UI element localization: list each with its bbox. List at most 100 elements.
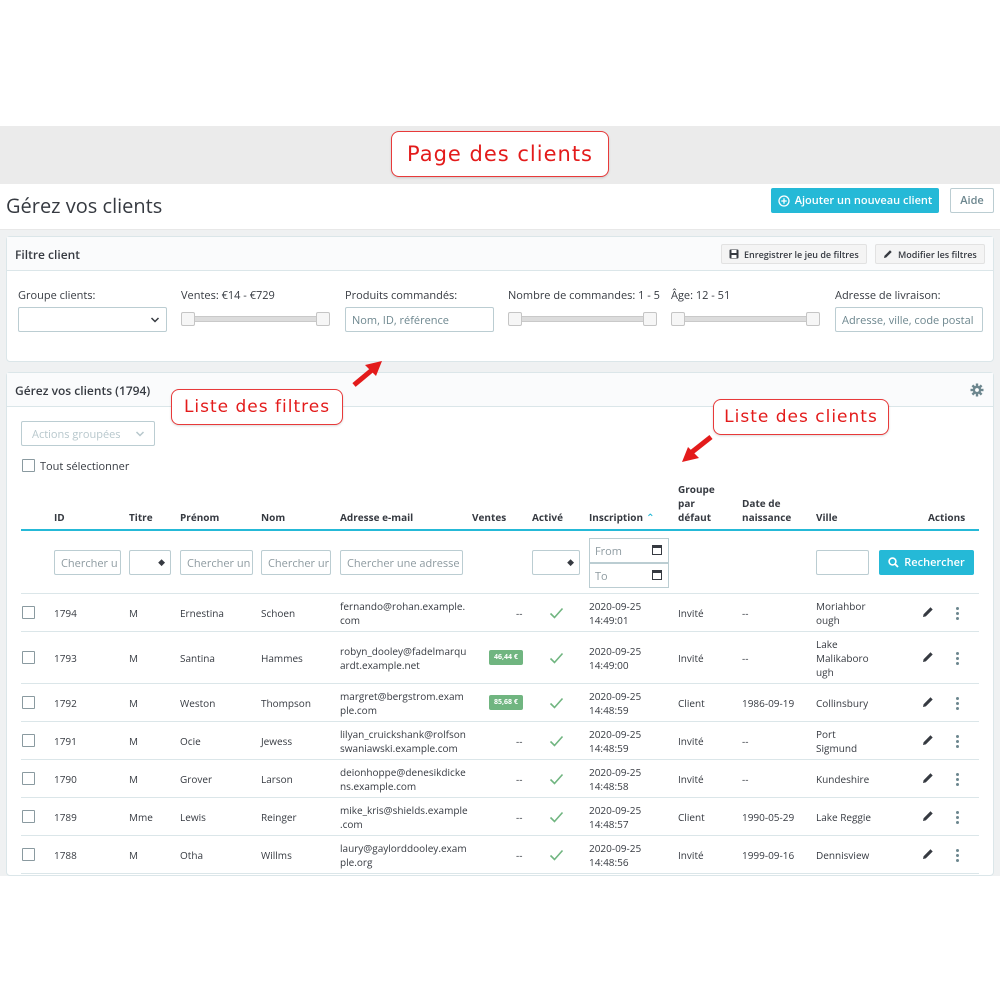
- column-header-birthdate[interactable]: Date de naissance: [742, 496, 791, 524]
- kebab-dot: [956, 816, 959, 819]
- bulk-actions-dropdown[interactable]: Actions groupées: [21, 421, 155, 446]
- row-checkbox[interactable]: [22, 651, 35, 664]
- help-button[interactable]: Aide: [950, 188, 994, 213]
- slider-handle-max[interactable]: [643, 312, 657, 326]
- cell-birthdate: 1986-09-19: [742, 696, 795, 710]
- delivery-address-label: Adresse de livraison:: [835, 288, 941, 303]
- save-filter-set-label: Enregistrer le jeu de filtres: [744, 247, 859, 261]
- edit-pencil-icon[interactable]: [922, 848, 934, 860]
- customer-group-select[interactable]: [18, 307, 167, 332]
- cell-email[interactable]: margret@bergstrom.exam ple.com: [340, 689, 464, 717]
- more-actions-icon[interactable]: [956, 697, 959, 712]
- column-header-id[interactable]: ID: [54, 510, 65, 524]
- delivery-address-input[interactable]: Adresse, ville, code postal: [835, 307, 983, 332]
- callout-liste-des-clients: Liste des clients: [713, 399, 889, 435]
- cell-birthdate: 1990-05-29: [742, 810, 795, 824]
- active-check-icon[interactable]: [549, 652, 564, 664]
- cell-email[interactable]: laury@gaylorddooley.exam ple.org: [340, 841, 467, 869]
- cell-email-line: com: [340, 613, 361, 627]
- column-header-city[interactable]: Ville: [816, 510, 838, 524]
- more-actions-icon[interactable]: [956, 811, 959, 826]
- column-header-sales[interactable]: Ventes: [472, 510, 506, 524]
- row-checkbox[interactable]: [22, 848, 35, 861]
- active-check-icon[interactable]: [549, 697, 564, 709]
- sales-range-slider[interactable]: [181, 312, 330, 326]
- search-id-input[interactable]: Chercher u: [54, 550, 121, 575]
- row-checkbox[interactable]: [22, 606, 35, 619]
- active-check-icon[interactable]: [549, 773, 564, 785]
- edit-pencil-icon[interactable]: [922, 734, 934, 746]
- date-to-input[interactable]: To: [589, 563, 669, 588]
- cell-email-line: margret@bergstrom.exam: [340, 689, 464, 703]
- ordered-products-label: Produits commandés:: [345, 288, 458, 303]
- more-actions-icon[interactable]: [956, 607, 959, 622]
- gear-icon[interactable]: [970, 383, 984, 397]
- cell-email[interactable]: lilyan_cruickshank@rolfson swaniawski.exa…: [340, 727, 466, 755]
- row-checkbox[interactable]: [22, 696, 35, 709]
- slider-handle-min[interactable]: [181, 312, 195, 326]
- ordered-products-input[interactable]: Nom, ID, référence: [345, 307, 494, 332]
- cell-email-line: mike_kris@shields.example: [340, 803, 468, 817]
- search-title-select[interactable]: ◆: [129, 550, 171, 575]
- column-header-default-group[interactable]: Groupe par défaut: [678, 482, 715, 524]
- edit-pencil-icon[interactable]: [922, 696, 934, 708]
- slider-handle-max[interactable]: [806, 312, 820, 326]
- cell-email[interactable]: fernando@rohan.example. com: [340, 599, 465, 627]
- column-header-firstname[interactable]: Prénom: [180, 510, 219, 524]
- column-header-email[interactable]: Adresse e-mail: [340, 510, 413, 524]
- select-all-checkbox[interactable]: [22, 459, 35, 472]
- more-actions-icon[interactable]: [956, 652, 959, 667]
- more-actions-icon[interactable]: [956, 735, 959, 750]
- active-check-icon[interactable]: [549, 735, 564, 747]
- edit-pencil-icon[interactable]: [922, 772, 934, 784]
- cell-city: Kundeshire: [816, 772, 869, 786]
- order-count-slider[interactable]: [508, 312, 657, 326]
- column-header-title[interactable]: Titre: [129, 510, 153, 524]
- cell-email[interactable]: robyn_dooley@fadelmarqu ardt.example.net: [340, 644, 466, 672]
- cell-email[interactable]: deionhoppe@denesikdicke ns.example.com: [340, 765, 466, 793]
- search-active-select[interactable]: ◆: [532, 550, 580, 575]
- cell-city-line: Port: [816, 727, 836, 741]
- cell-city-line: Lake Reggie: [816, 810, 872, 824]
- row-checkbox[interactable]: [22, 772, 35, 785]
- more-actions-icon[interactable]: [956, 773, 959, 788]
- cell-registration: 2020-09-25 14:49:01: [589, 599, 641, 627]
- edit-filters-label: Modifier les filtres: [898, 247, 977, 261]
- slider-handle-min[interactable]: [508, 312, 522, 326]
- column-header-registration[interactable]: Inscription ⌃: [589, 510, 654, 524]
- column-header-active[interactable]: Activé: [532, 510, 563, 524]
- cell-email-line: laury@gaylorddooley.exam: [340, 841, 467, 855]
- search-lastname-input[interactable]: Chercher ur: [261, 550, 331, 575]
- search-email-input[interactable]: Chercher une adresse e: [340, 550, 463, 575]
- search-button[interactable]: Rechercher: [879, 550, 974, 575]
- cell-birthdate: --: [742, 772, 749, 786]
- save-filter-set-button[interactable]: Enregistrer le jeu de filtres: [721, 244, 867, 264]
- more-actions-icon[interactable]: [956, 849, 959, 864]
- calendar-icon[interactable]: [652, 544, 662, 555]
- search-city-input[interactable]: [816, 550, 869, 575]
- active-check-icon[interactable]: [549, 849, 564, 861]
- slider-handle-min[interactable]: [671, 312, 685, 326]
- cell-email[interactable]: mike_kris@shields.example .com: [340, 803, 468, 831]
- row-checkbox[interactable]: [22, 810, 35, 823]
- age-range-slider[interactable]: [671, 312, 820, 326]
- calendar-icon[interactable]: [652, 569, 662, 580]
- row-checkbox[interactable]: [22, 734, 35, 747]
- cell-group: Client: [678, 696, 705, 710]
- date-from-input[interactable]: From: [589, 538, 669, 563]
- page-title: Gérez vos clients: [6, 192, 163, 219]
- active-check-icon[interactable]: [549, 607, 564, 619]
- kebab-dot: [956, 745, 959, 748]
- column-header-lastname[interactable]: Nom: [261, 510, 285, 524]
- search-firstname-input[interactable]: Chercher un: [180, 550, 253, 575]
- edit-pencil-icon[interactable]: [922, 810, 934, 822]
- column-header-default-group-line1: Groupe: [678, 482, 715, 496]
- add-customer-button[interactable]: Ajouter un nouveau client: [771, 188, 939, 213]
- slider-handle-max[interactable]: [316, 312, 330, 326]
- cell-registration-line: 14:48:56: [589, 855, 629, 869]
- edit-pencil-icon[interactable]: [922, 606, 934, 618]
- edit-pencil-icon[interactable]: [922, 651, 934, 663]
- cell-city: Lake Malikaboro ugh: [816, 637, 869, 679]
- edit-filters-button[interactable]: Modifier les filtres: [875, 244, 985, 264]
- active-check-icon[interactable]: [549, 811, 564, 823]
